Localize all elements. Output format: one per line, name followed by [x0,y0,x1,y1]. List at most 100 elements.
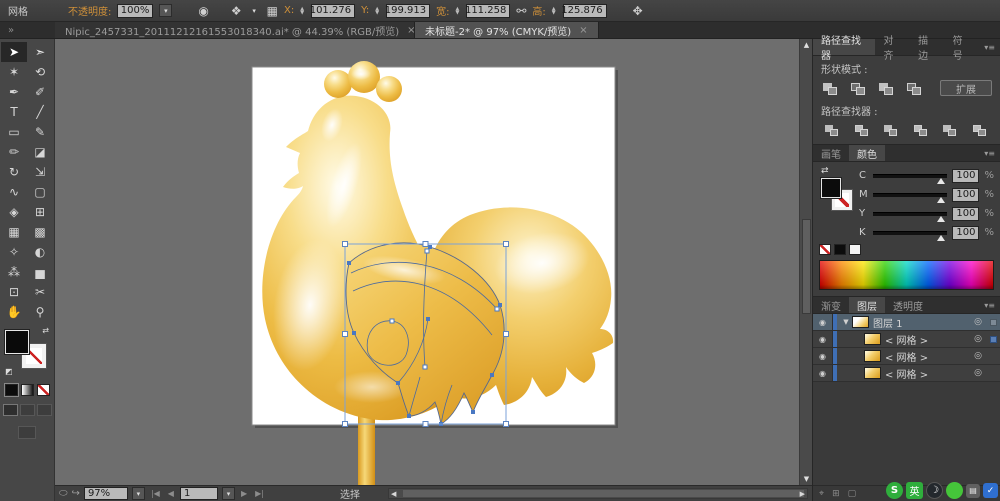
zoom-dropdown-icon[interactable]: ▾ [132,487,145,500]
cyan-value-input[interactable]: 100 [952,169,979,183]
mesh-object-name[interactable]: < 网格 > [885,349,970,364]
draw-normal-button[interactable] [3,404,18,416]
hand-tool[interactable]: ✋ [1,302,27,322]
link-dimensions-icon[interactable]: ⚯ [516,4,526,18]
blob-brush-tool[interactable]: ✐ [27,82,53,102]
visibility-eye-icon[interactable]: ◉ [813,314,833,330]
expand-button[interactable]: 扩展 [940,80,992,96]
scale-tool[interactable]: ⇲ [27,162,53,182]
rooster-comb[interactable] [324,70,352,98]
pencil-tool[interactable]: ✏ [1,142,27,162]
tab-layers[interactable]: 图层 [849,297,885,313]
horizontal-scroll-thumb[interactable] [403,490,804,497]
ime-mascot-icon[interactable] [946,482,963,499]
target-circle-icon[interactable]: ◎ [970,351,986,361]
layer-row-mesh3[interactable]: ◉ < 网格 > ◎ [813,365,1000,382]
divide-button[interactable] [823,123,842,138]
panel-menu-icon[interactable]: ▾≡ [979,39,1000,55]
ime-logo-icon[interactable]: S [886,482,903,499]
width-input[interactable]: 111.258 [466,4,510,18]
yellow-slider[interactable] [873,212,947,216]
artboard-number-input[interactable]: 1 [180,487,218,500]
draw-inside-button[interactable] [37,404,52,416]
perspective-grid-tool[interactable]: ⊞ [27,202,53,222]
rotate-tool[interactable]: ↻ [1,162,27,182]
cyan-slider[interactable] [873,174,947,178]
selection-indicator[interactable] [986,319,1000,326]
line-segment-tool[interactable]: ╱ [27,102,53,122]
trim-button[interactable] [853,123,872,138]
layer-row-layer1[interactable]: ◉ ▼ 图层 1 ◎ [813,314,1000,331]
height-input[interactable]: 125.876 [563,4,607,18]
unite-button[interactable] [821,81,840,96]
selection-indicator[interactable] [986,336,1000,343]
slider-thumb[interactable] [937,216,945,222]
fill-swatch[interactable] [821,178,841,198]
y-input[interactable]: 199.913 [386,4,430,18]
yellow-value-input[interactable]: 100 [952,207,979,221]
none-button[interactable] [37,384,50,396]
minus-front-button[interactable] [849,81,868,96]
rectangle-tool[interactable]: ▭ [1,122,27,142]
mesh-tool[interactable]: ▦ [1,222,27,242]
type-tool[interactable]: T [1,102,27,122]
opacity-dropdown-icon[interactable]: ▾ [159,4,172,17]
layer-thumbnail[interactable] [852,316,869,328]
tab-align[interactable]: 对齐 [875,39,910,55]
vertical-scrollbar[interactable]: ▲ ▼ [799,39,812,485]
slider-thumb[interactable] [937,197,945,203]
color-button[interactable] [5,384,18,396]
free-transform-tool[interactable]: ▢ [27,182,53,202]
scroll-up-icon[interactable]: ▲ [800,41,812,49]
tab-gradient[interactable]: 渐变 [813,297,849,313]
ime-badge-icon[interactable]: ✓ [983,483,998,498]
visibility-eye-icon[interactable]: ◉ [813,365,833,381]
scroll-down-icon[interactable]: ▼ [800,475,812,483]
locate-object-icon[interactable]: ⌖ [819,489,824,499]
crop-button[interactable] [912,123,931,138]
prev-artboard-icon[interactable]: ◀ [166,489,176,498]
recolor-artwork-icon[interactable]: ◉ [198,4,208,18]
ime-language-toggle[interactable]: 英 [906,482,923,499]
magenta-value-input[interactable]: 100 [952,188,979,202]
minus-back-button[interactable] [971,123,990,138]
black-slider[interactable] [873,231,947,235]
target-circle-icon[interactable]: ◎ [970,334,986,344]
ime-keyboard-icon[interactable]: ▤ [966,484,980,498]
align-icon[interactable]: ❖ [231,4,242,18]
selection-tool[interactable]: ➤ [1,42,27,62]
width-stepper[interactable]: ▲▼ [455,7,459,15]
mesh-object-name[interactable]: < 网格 > [885,366,970,381]
width-tool[interactable]: ∿ [1,182,27,202]
expand-arrow-icon[interactable]: ▼ [840,318,852,326]
swap-fill-stroke-icon[interactable]: ⇄ [42,326,49,335]
black-swatch[interactable] [834,244,846,255]
symbol-sprayer-tool[interactable]: ⁂ [1,262,27,282]
exclude-button[interactable] [905,81,924,96]
shape-builder-tool[interactable]: ◈ [1,202,27,222]
close-icon[interactable]: × [407,25,415,36]
tab-pathfinder[interactable]: 路径查找器 [813,39,875,55]
ime-skin-icon[interactable]: ☽ [926,482,943,499]
slider-thumb[interactable] [937,178,945,184]
tab-stroke[interactable]: 描边 [910,39,945,55]
direct-selection-tool[interactable]: ➣ [27,42,53,62]
height-stepper[interactable]: ▲▼ [552,7,556,15]
color-spectrum-bar[interactable] [819,260,994,290]
screen-mode-button[interactable] [18,426,36,439]
x-input[interactable]: 101.276 [311,4,355,18]
tab-symbols[interactable]: 符号 [945,39,980,55]
intersect-button[interactable] [877,81,896,96]
panel-menu-icon[interactable]: ▾≡ [979,297,1000,313]
free-distort-icon[interactable]: ✥ [633,4,643,18]
eyedropper-tool[interactable]: ✧ [1,242,27,262]
status-export-icon[interactable]: ↪ [72,488,80,499]
mesh-thumbnail[interactable] [864,367,881,379]
dock-collapse-icon[interactable]: » [0,22,55,38]
mesh-thumbnail[interactable] [864,350,881,362]
pen-tool[interactable]: ✒ [1,82,27,102]
document-tab-2[interactable]: 未标题-2* @ 97% (CMYK/预览) × [415,22,599,38]
zoom-level-input[interactable]: 97% [84,487,128,500]
black-value-input[interactable]: 100 [952,226,979,240]
none-swatch[interactable] [819,244,831,255]
